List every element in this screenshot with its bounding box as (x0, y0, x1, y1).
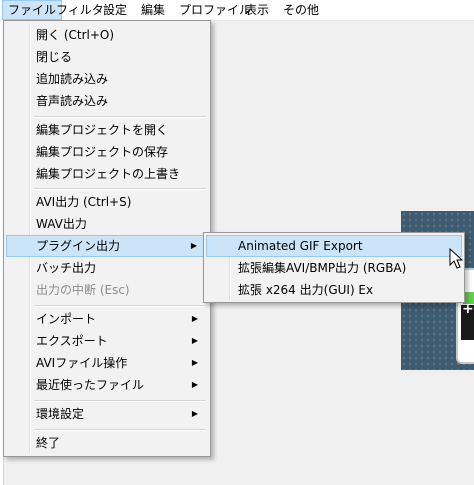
menu-item-label: WAV出力 (36, 217, 87, 231)
menu-item-avi-file-ops[interactable]: AVIファイル操作 ▶ (6, 352, 208, 374)
menu-separator (34, 188, 206, 190)
menu-item-label: エクスポート (36, 334, 108, 348)
menu-separator (34, 305, 206, 307)
menu-item-label: 編集プロジェクトの保存 (36, 145, 169, 159)
menu-separator (34, 400, 206, 402)
menu-item-export[interactable]: エクスポート ▶ (6, 330, 208, 352)
menu-item-label: 終了 (36, 436, 61, 450)
menu-item-audio-load[interactable]: 音声読み込み (6, 90, 208, 112)
submenu-arrow-icon: ▶ (191, 380, 198, 389)
menu-item-plugin-output[interactable]: プラグイン出力 ▶ (6, 235, 208, 257)
menu-item-abort-output: 出力の中断 (Esc) (6, 279, 208, 301)
menu-item-label: 追加読み込み (36, 72, 109, 86)
menu-item-label: 編集プロジェクトを開く (36, 123, 169, 137)
menu-item-avi-output[interactable]: AVI出力 (Ctrl+S) (6, 191, 208, 213)
preview-plus-icon: + (462, 301, 474, 317)
menu-item-label: 音声読み込み (36, 94, 109, 108)
menu-view[interactable]: 表示 (239, 0, 275, 20)
submenu-item-x264[interactable]: 拡張 x264 出力(GUI) Ex (206, 279, 462, 301)
menu-item-label: 環境設定 (36, 407, 85, 421)
menu-item-label: プラグイン出力 (36, 239, 121, 253)
menu-item-label: 開く (Ctrl+O) (36, 28, 115, 42)
menu-item-label: 編集プロジェクトの上書き (36, 167, 181, 181)
menu-item-label: AVIファイル操作 (36, 356, 128, 370)
menu-item-label: 閉じる (36, 50, 73, 64)
submenu-arrow-icon: ▶ (191, 358, 198, 367)
menu-item-label: Animated GIF Export (238, 239, 363, 253)
menu-bar: ファイル フィルタ 設定 編集 プロファイル 表示 その他 (0, 0, 474, 21)
menu-separator (34, 429, 206, 431)
menu-item-label: 拡張編集AVI/BMP出力 (RGBA) (238, 261, 407, 275)
submenu-arrow-icon: ▶ (190, 241, 197, 250)
menu-item-wav-output[interactable]: WAV出力 (6, 213, 208, 235)
menu-item-overwrite-project[interactable]: 編集プロジェクトの上書き (6, 163, 208, 185)
menu-item-add-load[interactable]: 追加読み込み (6, 68, 208, 90)
menu-item-label: バッチ出力 (36, 261, 97, 275)
plugin-output-submenu: Animated GIF Export 拡張編集AVI/BMP出力 (RGBA)… (203, 232, 465, 303)
submenu-item-animated-gif[interactable]: Animated GIF Export (206, 235, 462, 257)
menu-item-open-project[interactable]: 編集プロジェクトを開く (6, 119, 208, 141)
menu-edit[interactable]: 編集 (135, 0, 171, 20)
menu-item-label: AVI出力 (Ctrl+S) (36, 195, 132, 209)
menu-other[interactable]: その他 (277, 0, 325, 20)
menu-item-exit[interactable]: 終了 (6, 432, 208, 454)
menu-separator (34, 116, 206, 118)
submenu-arrow-icon: ▶ (191, 314, 198, 323)
submenu-arrow-icon: ▶ (191, 409, 198, 418)
menu-item-label: 最近使ったファイル (36, 378, 145, 392)
submenu-item-avi-bmp-rgba[interactable]: 拡張編集AVI/BMP出力 (RGBA) (206, 257, 462, 279)
menu-item-label: 出力の中断 (Esc) (36, 283, 130, 297)
menu-item-open[interactable]: 開く (Ctrl+O) (6, 24, 208, 46)
menu-item-import[interactable]: インポート ▶ (6, 308, 208, 330)
menu-item-close[interactable]: 閉じる (6, 46, 208, 68)
mouse-cursor-icon (449, 248, 463, 269)
menu-item-save-project[interactable]: 編集プロジェクトの保存 (6, 141, 208, 163)
menu-item-batch-output[interactable]: バッチ出力 (6, 257, 208, 279)
menu-item-recent-files[interactable]: 最近使ったファイル ▶ (6, 374, 208, 396)
menu-settings[interactable]: 設定 (97, 0, 133, 20)
file-menu: 開く (Ctrl+O) 閉じる 追加読み込み 音声読み込み 編集プロジェクトを開… (3, 20, 211, 457)
menu-item-preferences[interactable]: 環境設定 ▶ (6, 403, 208, 425)
menu-item-label: 拡張 x264 出力(GUI) Ex (238, 283, 374, 297)
submenu-arrow-icon: ▶ (191, 336, 198, 345)
menu-item-label: インポート (36, 312, 97, 326)
